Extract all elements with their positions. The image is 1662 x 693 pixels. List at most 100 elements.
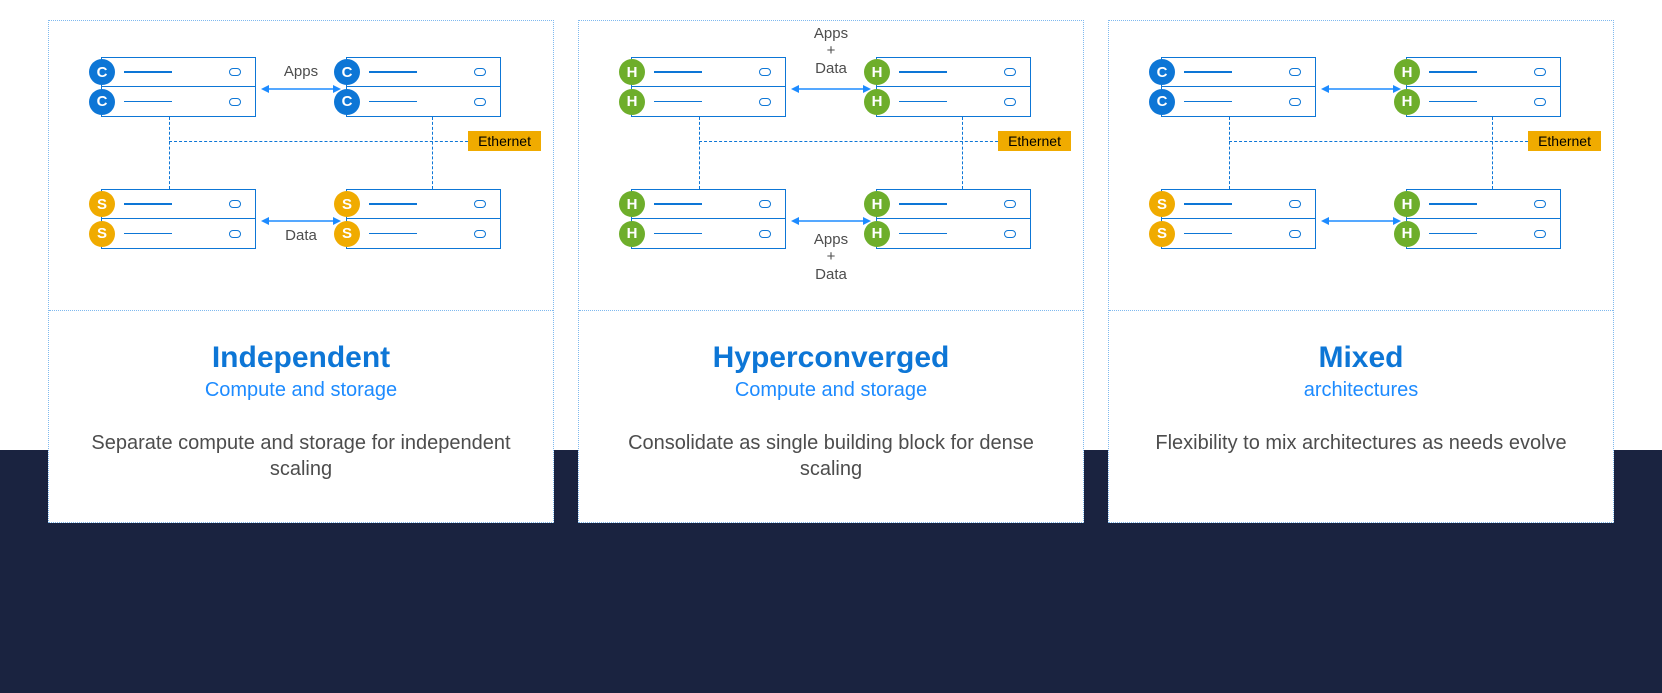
node-badge: C — [1149, 89, 1175, 115]
server-unit: C — [346, 57, 501, 87]
server-unit: H — [1406, 57, 1561, 87]
server-indicator-bar — [1184, 101, 1232, 103]
node-badge: S — [1149, 191, 1175, 217]
flow-arrow-top — [261, 83, 341, 95]
server-led-icon — [1534, 200, 1546, 208]
node-badge: S — [1149, 221, 1175, 247]
server-indicator-bar — [1429, 71, 1477, 73]
server-stack-top-right: H H — [1406, 57, 1561, 117]
server-unit: C — [1161, 87, 1316, 117]
server-indicator-bar — [654, 203, 702, 205]
server-indicator-bar — [1429, 233, 1477, 235]
flow-arrow-bottom — [261, 215, 341, 227]
server-unit: H — [1406, 189, 1561, 219]
architecture-caption: Independent Compute and storage Separate… — [49, 311, 553, 522]
server-stack-bottom-right: H H — [1406, 189, 1561, 249]
architecture-subtitle: Compute and storage — [599, 379, 1063, 402]
node-badge: C — [89, 59, 115, 85]
architecture-diagram: C C C C — [49, 21, 553, 311]
server-stack-bottom-left: S S — [1161, 189, 1316, 249]
server-indicator-bar — [124, 203, 172, 205]
server-indicator-bar — [1184, 233, 1232, 235]
server-unit: C — [101, 57, 256, 87]
server-indicator-bar — [899, 71, 947, 73]
architecture-subtitle: architectures — [1129, 379, 1593, 402]
architecture-panels: C C C C — [48, 20, 1614, 523]
server-indicator-bar — [899, 203, 947, 205]
ethernet-bus-line — [169, 141, 483, 142]
flow-label-top: Apps+Data — [796, 25, 866, 77]
node-badge: C — [334, 59, 360, 85]
server-unit: C — [346, 87, 501, 117]
flow-label-bottom: Data — [266, 227, 336, 244]
server-led-icon — [474, 230, 486, 238]
server-unit: S — [1161, 219, 1316, 249]
architecture-panel: H H H H — [578, 20, 1084, 523]
server-indicator-bar — [654, 233, 702, 235]
architecture-title: Hyperconverged — [599, 341, 1063, 375]
ethernet-drop-line — [962, 117, 963, 189]
flow-arrow-bottom — [791, 215, 871, 227]
architecture-title: Independent — [69, 341, 533, 375]
ethernet-bus-line — [699, 141, 1013, 142]
server-indicator-bar — [1184, 203, 1232, 205]
node-badge: H — [864, 191, 890, 217]
node-badge: H — [1394, 191, 1420, 217]
node-badge: C — [1149, 59, 1175, 85]
server-unit: H — [1406, 219, 1561, 249]
server-led-icon — [1289, 200, 1301, 208]
flow-arrow-top — [1321, 83, 1401, 95]
server-unit: H — [1406, 87, 1561, 117]
server-stack-bottom-right: S S — [346, 189, 501, 249]
flow-label-top: Apps — [276, 63, 326, 80]
ethernet-drop-line — [1229, 117, 1230, 189]
architecture-description: Separate compute and storage for indepen… — [69, 430, 533, 482]
server-led-icon — [229, 98, 241, 106]
server-led-icon — [1289, 98, 1301, 106]
server-indicator-bar — [654, 101, 702, 103]
server-unit: S — [1161, 189, 1316, 219]
server-unit: S — [101, 189, 256, 219]
ethernet-drop-line — [1492, 117, 1493, 189]
server-led-icon — [1004, 68, 1016, 76]
flow-arrow-top — [791, 83, 871, 95]
server-unit: S — [346, 219, 501, 249]
server-stack-bottom-right: H H — [876, 189, 1031, 249]
server-unit: S — [346, 189, 501, 219]
architecture-title: Mixed — [1129, 341, 1593, 375]
server-unit: H — [631, 189, 786, 219]
ethernet-drop-line — [432, 117, 433, 189]
node-badge: S — [89, 191, 115, 217]
server-led-icon — [229, 200, 241, 208]
node-badge: H — [619, 59, 645, 85]
ethernet-drop-line — [169, 117, 170, 189]
server-unit: H — [876, 189, 1031, 219]
architecture-description: Flexibility to mix architectures as need… — [1129, 430, 1593, 456]
server-unit: H — [876, 57, 1031, 87]
architecture-diagram: C C H H — [1109, 21, 1613, 311]
server-led-icon — [1534, 230, 1546, 238]
server-led-icon — [1534, 98, 1546, 106]
server-indicator-bar — [899, 233, 947, 235]
node-badge: C — [89, 89, 115, 115]
server-unit: H — [876, 219, 1031, 249]
server-indicator-bar — [899, 101, 947, 103]
server-stack-bottom-left: H H — [631, 189, 786, 249]
node-badge: H — [864, 59, 890, 85]
architecture-caption: Hyperconverged Compute and storage Conso… — [579, 311, 1083, 522]
server-indicator-bar — [1184, 71, 1232, 73]
server-led-icon — [1534, 68, 1546, 76]
server-stack-top-right: H H — [876, 57, 1031, 117]
architecture-subtitle: Compute and storage — [69, 379, 533, 402]
server-indicator-bar — [369, 71, 417, 73]
server-stack-top-left: C C — [1161, 57, 1316, 117]
flow-label-bottom: Apps+Data — [796, 231, 866, 283]
server-led-icon — [1004, 98, 1016, 106]
server-indicator-bar — [124, 71, 172, 73]
server-indicator-bar — [369, 233, 417, 235]
server-led-icon — [474, 200, 486, 208]
node-badge: H — [619, 191, 645, 217]
server-unit: C — [101, 87, 256, 117]
server-indicator-bar — [1429, 101, 1477, 103]
server-stack-top-left: C C — [101, 57, 256, 117]
